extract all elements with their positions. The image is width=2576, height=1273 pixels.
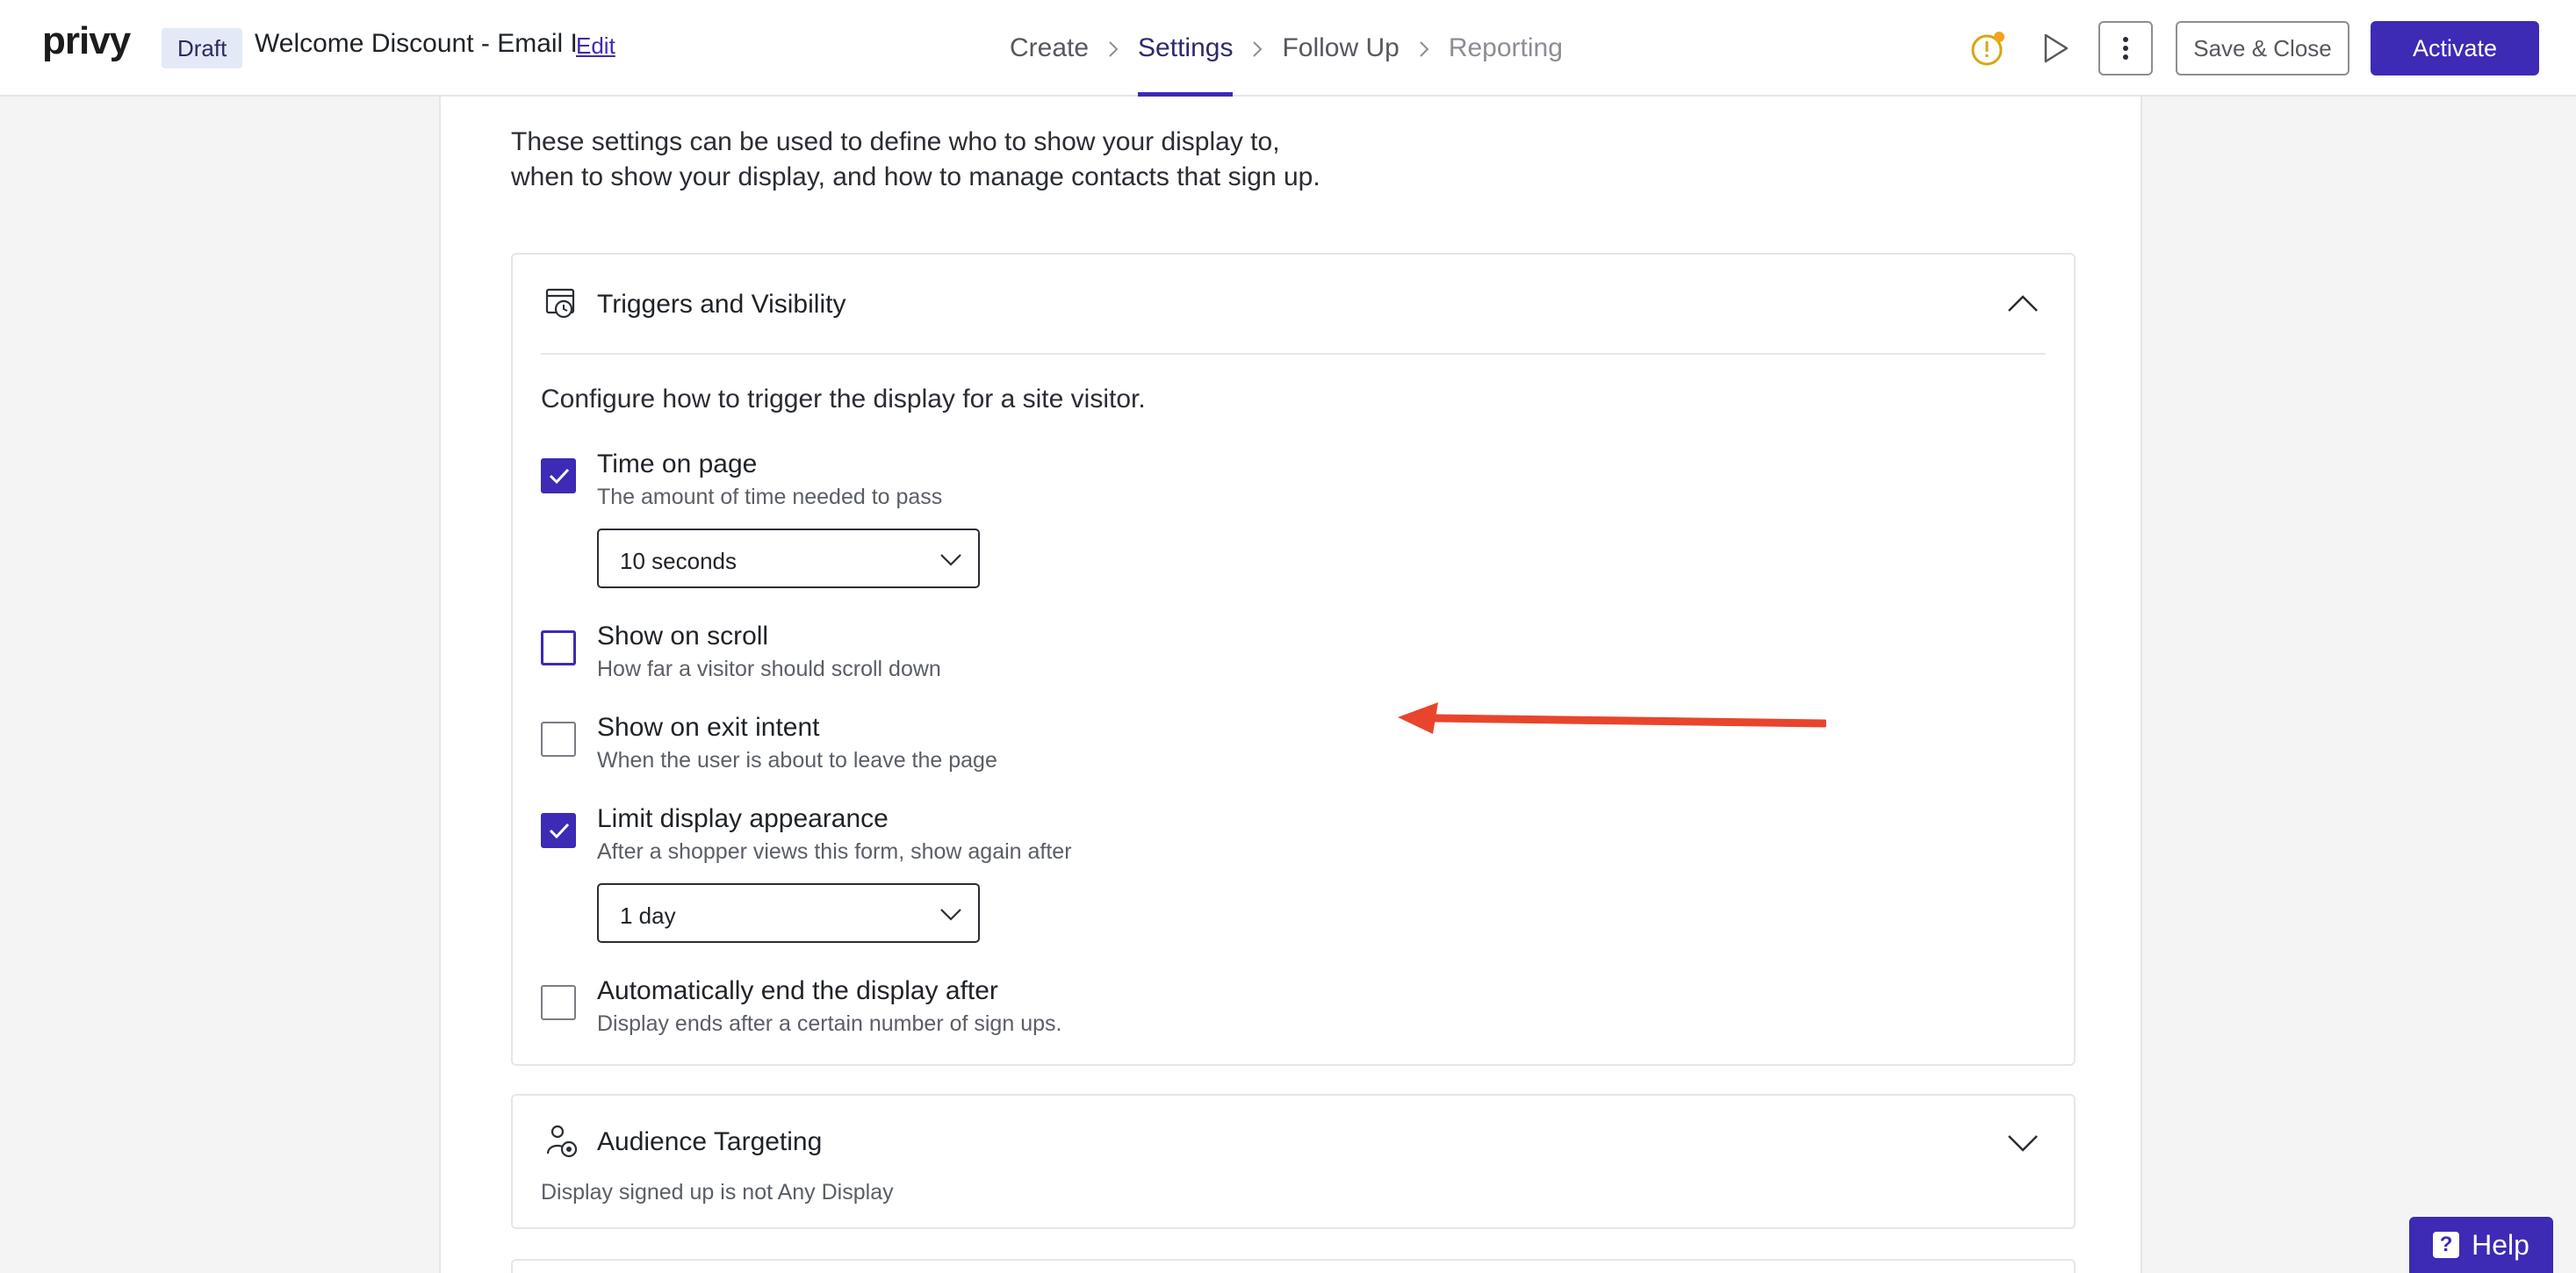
privy-logo[interactable]: privy	[42, 19, 131, 63]
time-on-page-checkbox[interactable]	[541, 458, 576, 493]
step-settings[interactable]: Settings	[1138, 0, 1234, 97]
option-description: Display ends after a certain number of s…	[597, 1011, 1062, 1036]
preview-play-icon[interactable]	[2037, 30, 2074, 67]
annotation-arrow-icon	[1398, 702, 1826, 734]
edit-title-link[interactable]: Edit	[576, 32, 615, 60]
option-title: Show on scroll	[597, 622, 769, 651]
show-on-scroll-checkbox[interactable]	[541, 630, 576, 665]
option-title: Limit display appearance	[597, 804, 889, 833]
chevron-right-icon	[1400, 0, 1449, 97]
option-show-on-scroll: Show on scroll How far a visitor should …	[541, 622, 1594, 683]
triggers-visibility-card: Triggers and Visibility Configure how to…	[511, 253, 2076, 1066]
option-title: Automatically end the display after	[597, 976, 998, 1005]
option-description: The amount of time needed to pass	[597, 485, 943, 509]
next-settings-card[interactable]	[511, 1259, 2076, 1273]
divider	[541, 353, 2046, 355]
select-value: 1 day	[620, 903, 676, 929]
top-bar: privy Draft Welcome Discount - Email I E…	[0, 0, 2576, 97]
triggers-icon	[544, 286, 579, 321]
checkmark-icon	[549, 468, 570, 485]
step-follow-up[interactable]: Follow Up	[1282, 0, 1399, 97]
option-auto-end: Automatically end the display after Disp…	[541, 976, 1594, 1038]
option-time-on-page: Time on page The amount of time needed t…	[541, 450, 1594, 511]
audience-summary: Display signed up is not Any Display	[541, 1180, 894, 1205]
option-title: Show on exit intent	[597, 713, 820, 742]
step-create[interactable]: Create	[1010, 0, 1089, 97]
settings-intro: These settings can be used to define who…	[511, 125, 1477, 195]
audience-targeting-card[interactable]: Audience Targeting Display signed up is …	[511, 1094, 2076, 1229]
more-options-button[interactable]	[2098, 21, 2153, 76]
option-description: After a shopper views this form, show ag…	[597, 839, 1072, 864]
chevron-down-icon	[940, 909, 961, 921]
option-limit-display: Limit display appearance After a shopper…	[541, 804, 1594, 866]
activate-button[interactable]: Activate	[2371, 21, 2539, 76]
auto-end-checkbox[interactable]	[541, 985, 576, 1020]
display-title: Welcome Discount - Email I	[255, 29, 578, 58]
more-vertical-icon	[2123, 37, 2128, 60]
audience-icon	[544, 1124, 579, 1159]
triggers-title: Triggers and Visibility	[597, 290, 846, 319]
option-title: Time on page	[597, 450, 758, 478]
status-badge: Draft	[162, 28, 243, 68]
step-reporting[interactable]: Reporting	[1449, 0, 1563, 97]
expand-chevron-down-icon[interactable]	[2005, 1126, 2040, 1161]
settings-panel: These settings can be used to define who…	[439, 97, 2142, 1273]
intro-line-1: These settings can be used to define who…	[511, 127, 1280, 156]
alert-icon[interactable]	[1970, 30, 2007, 67]
audience-title: Audience Targeting	[597, 1127, 823, 1156]
help-button[interactable]: ? Help	[2409, 1217, 2553, 1273]
chevron-right-icon	[1233, 0, 1282, 97]
select-value: 10 seconds	[620, 548, 737, 574]
option-description: When the user is about to leave the page	[597, 748, 997, 773]
intro-line-2: when to show your display, and how to ma…	[511, 162, 1320, 191]
help-question-icon: ?	[2433, 1232, 2460, 1258]
step-navigation: Create Settings Follow Up Reporting	[1010, 0, 1563, 97]
help-label: Help	[2472, 1228, 2529, 1261]
collapse-chevron-up-icon[interactable]	[2005, 286, 2040, 321]
checkmark-icon	[549, 823, 570, 839]
limit-display-checkbox[interactable]	[541, 813, 576, 848]
chevron-right-icon	[1089, 0, 1138, 97]
save-close-button[interactable]: Save & Close	[2176, 21, 2349, 76]
exit-intent-checkbox[interactable]	[541, 722, 576, 757]
triggers-description: Configure how to trigger the display for…	[541, 385, 1146, 414]
time-on-page-select[interactable]: 10 seconds	[597, 529, 980, 588]
chevron-down-icon	[940, 554, 961, 566]
limit-display-select[interactable]: 1 day	[597, 883, 980, 943]
option-description: How far a visitor should scroll down	[597, 657, 941, 681]
